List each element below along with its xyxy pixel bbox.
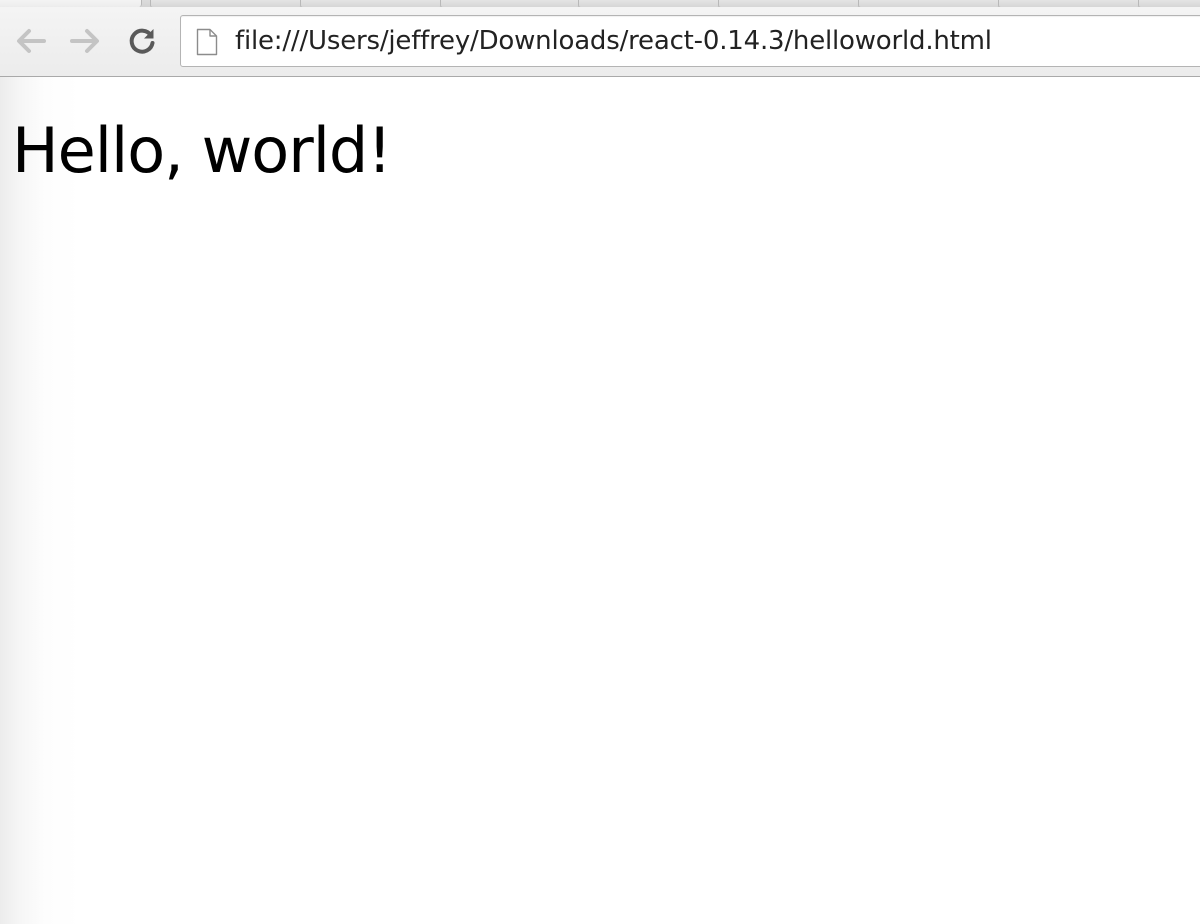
address-bar[interactable]: file:///Users/jeffrey/Downloads/react-0.… bbox=[180, 15, 1200, 67]
forward-button[interactable] bbox=[66, 21, 106, 61]
tab-active[interactable] bbox=[0, 0, 142, 7]
back-arrow-icon bbox=[13, 26, 47, 56]
page-heading: Hello, world! bbox=[12, 114, 392, 187]
reload-icon bbox=[127, 26, 157, 56]
forward-arrow-icon bbox=[69, 26, 103, 56]
reload-button[interactable] bbox=[122, 21, 162, 61]
back-button[interactable] bbox=[10, 21, 50, 61]
page-viewport: Hello, world! bbox=[0, 77, 1200, 924]
browser-window: file:///Users/jeffrey/Downloads/react-0.… bbox=[0, 0, 1200, 924]
document-icon bbox=[196, 28, 218, 56]
browser-toolbar: file:///Users/jeffrey/Downloads/react-0.… bbox=[0, 7, 1200, 77]
url-text[interactable]: file:///Users/jeffrey/Downloads/react-0.… bbox=[235, 16, 992, 66]
